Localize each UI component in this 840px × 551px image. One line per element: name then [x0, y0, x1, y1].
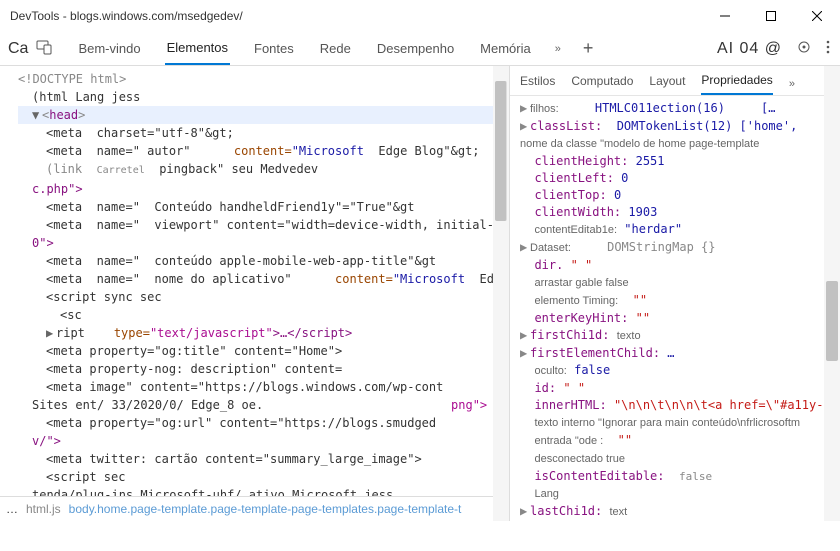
right-panel: Estilos Computado Layout Propriedades » … — [510, 66, 840, 521]
dom-row-head[interactable]: ▼<head> — [18, 106, 503, 124]
maximize-button[interactable] — [748, 0, 794, 32]
tab-sources[interactable]: Fontes — [252, 33, 296, 64]
window-title: DevTools - blogs.windows.com/msedgedev/ — [10, 9, 243, 23]
settings-icon[interactable] — [796, 39, 812, 58]
dom-row[interactable]: <meta name=" nome do aplicativo" content… — [18, 270, 503, 288]
dom-row[interactable]: Sites ent/ 33/2020/0/ Edge_8 oe. png"> — [18, 396, 503, 414]
dom-row[interactable]: <meta name=" viewport" content="width=de… — [18, 216, 503, 234]
breadcrumb-more[interactable]: … — [6, 502, 18, 516]
window-controls — [702, 0, 840, 32]
window-titlebar: DevTools - blogs.windows.com/msedgedev/ — [0, 0, 840, 32]
dom-row[interactable]: (link Carretel pingback" seu Medvedev — [18, 160, 503, 180]
minimize-icon — [720, 11, 730, 21]
dom-row[interactable]: <script sec — [18, 468, 503, 486]
tab-elements[interactable]: Elementos — [165, 32, 230, 65]
rtab-layout[interactable]: Layout — [649, 74, 685, 94]
props-scrollbar[interactable] — [824, 66, 840, 521]
dom-row[interactable]: <!DOCTYPE html> — [18, 70, 503, 88]
inspect-toggle[interactable]: Ca — [8, 40, 28, 58]
rtab-properties[interactable]: Propriedades — [701, 73, 772, 95]
kebab-menu-icon[interactable] — [826, 40, 830, 57]
dom-row[interactable]: <meta name=" conteúdo apple-mobile-web-a… — [18, 252, 503, 270]
new-tab-icon[interactable]: + — [583, 38, 594, 59]
close-icon — [812, 11, 822, 21]
dom-row[interactable]: <meta property="og:title" content="Home"… — [18, 342, 503, 360]
scrollbar-thumb[interactable] — [826, 281, 838, 361]
dom-row[interactable]: v/"> — [18, 432, 503, 450]
dom-tree[interactable]: <!DOCTYPE html> (html Lang jess ▼<head> … — [0, 66, 509, 496]
breadcrumb: … html.js body.home.page-template.page-t… — [0, 496, 509, 521]
rtab-styles[interactable]: Estilos — [520, 74, 555, 94]
dom-row[interactable]: <meta charset="utf-8"&gt; — [18, 124, 503, 142]
tab-network[interactable]: Rede — [318, 33, 353, 64]
dom-row[interactable]: c.php"> — [18, 180, 503, 198]
dom-row[interactable]: <meta image" content="https://blogs.wind… — [18, 378, 503, 396]
right-tabs: Estilos Computado Layout Propriedades » — [510, 66, 840, 96]
dom-row[interactable]: <sc — [18, 306, 503, 324]
dom-row[interactable]: <meta property-nog: description" content… — [18, 360, 503, 378]
device-mode-icon[interactable] — [36, 39, 52, 58]
dom-row[interactable]: <meta twitter: cartão content="summary_l… — [18, 450, 503, 468]
dom-row[interactable]: (html Lang jess — [18, 88, 503, 106]
dom-scrollbar[interactable] — [493, 66, 509, 521]
ai-label[interactable]: AI 04 @ — [717, 40, 782, 58]
tab-welcome[interactable]: Bem-vindo — [76, 33, 142, 64]
dom-row[interactable]: 0"> — [18, 234, 503, 252]
maximize-icon — [766, 11, 776, 21]
scrollbar-thumb[interactable] — [495, 81, 507, 221]
tab-memory[interactable]: Memória — [478, 33, 533, 64]
dom-row[interactable]: tenda/plug-ins Microsoft-uhf/ ativo Micr… — [18, 486, 503, 496]
devtools-toolbar: Ca Bem-vindo Elementos Fontes Rede Desem… — [0, 32, 840, 66]
properties-list[interactable]: ▶filhos: HTMLC011ection(16) [… ▶classLis… — [510, 96, 840, 521]
rtab-computed[interactable]: Computado — [571, 74, 633, 94]
more-rtabs-icon[interactable]: » — [789, 78, 795, 90]
breadcrumb-body[interactable]: body.home.page-template.page-template-pa… — [69, 502, 462, 516]
dom-row[interactable]: <script sync sec — [18, 288, 503, 306]
more-tabs-icon[interactable]: » — [555, 43, 561, 55]
breadcrumb-html[interactable]: html.js — [26, 502, 61, 516]
dom-row[interactable]: <meta name=" Conteúdo handheldFriend1y"=… — [18, 198, 503, 216]
tab-performance[interactable]: Desempenho — [375, 33, 456, 64]
dom-row[interactable]: <meta name=" autor" content="Microsoft E… — [18, 142, 503, 160]
dom-panel: <!DOCTYPE html> (html Lang jess ▼<head> … — [0, 66, 510, 521]
dom-row[interactable]: <meta property="og:url" content="https:/… — [18, 414, 503, 432]
main-split: <!DOCTYPE html> (html Lang jess ▼<head> … — [0, 66, 840, 521]
dom-row[interactable]: ▶ript type="text/javascript">…</script​> — [18, 324, 503, 342]
minimize-button[interactable] — [702, 0, 748, 32]
close-button[interactable] — [794, 0, 840, 32]
